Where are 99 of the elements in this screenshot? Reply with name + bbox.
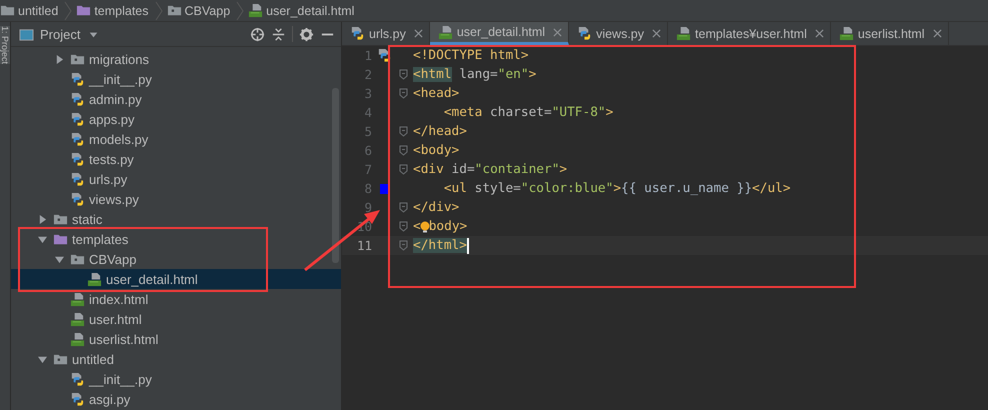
fold-marker-icon[interactable] [398,240,408,251]
chevron-icon [236,0,244,20]
close-icon[interactable] [814,29,824,38]
tree-item[interactable]: asgi.py [11,389,341,409]
tool-window-label[interactable]: 1: Project [0,26,10,64]
line-number: 6 [363,143,372,158]
code-line: <html lang="en"> [413,67,536,82]
html-file-icon [676,26,692,41]
scrollbar[interactable] [332,88,339,263]
code-line: <!DOCTYPE html> [413,48,529,63]
line-number: 2 [363,67,372,82]
code-line: <meta charset="UTF-8"> [442,105,614,120]
python-file-icon [350,26,365,41]
python-file-icon [70,392,85,406]
code-line: <head> [413,86,460,101]
code-line: < body> [413,219,468,234]
tree-item[interactable]: models.py [11,129,341,149]
close-icon[interactable] [652,29,662,38]
tree-item[interactable]: user_detail.html [11,269,341,289]
fold-marker-icon[interactable] [398,221,408,232]
html-file-icon [838,26,854,41]
collapsed-arrow-icon[interactable] [38,214,46,224]
panel-title[interactable]: Project [40,26,80,42]
tree-item[interactable]: urls.py [11,169,341,189]
expanded-arrow-icon[interactable] [38,354,46,364]
settings-icon[interactable] [299,26,314,42]
python-file-icon [577,26,592,41]
code-line: </div> [413,200,460,215]
line-number: 8 [363,181,372,196]
python-file-icon [70,172,85,186]
line-number: 9 [363,200,372,215]
tree-item[interactable]: user.html [11,309,341,329]
fold-marker-icon[interactable] [398,164,408,175]
package-folder-icon [166,3,182,18]
close-icon[interactable] [414,29,423,38]
tree-item[interactable]: untitled [11,349,341,369]
tree-item[interactable]: admin.py [11,89,341,109]
python-file-icon [70,192,85,206]
collapsed-arrow-icon[interactable] [54,54,64,64]
python-file-icon [70,112,85,126]
tree-item[interactable]: views.py [11,189,341,209]
code-line: </head> [413,124,467,139]
python-file-icon [70,92,85,106]
fold-marker-icon[interactable] [398,69,408,80]
tree-item[interactable]: CBVapp [11,249,341,269]
python-file-icon [70,372,85,386]
fold-marker-icon[interactable] [398,88,408,99]
breadcrumb-item[interactable]: user_detail.html [248,3,358,18]
editor-tab[interactable]: user_detail.html [430,22,570,45]
lightbulb-icon[interactable] [418,220,431,232]
folder-icon [76,3,92,18]
html-file-icon [70,292,85,306]
chevron-icon [154,0,163,20]
line-number: 5 [363,124,372,139]
locate-icon[interactable] [250,26,265,42]
html-file-icon [70,332,85,346]
html-file-icon [248,3,264,18]
tree-item[interactable]: apps.py [11,109,341,129]
html-file-icon [70,312,85,326]
folder-icon [0,3,15,18]
text-caret [466,238,469,254]
window-icon [19,26,34,42]
tree-item[interactable]: tests.py [11,149,341,169]
fold-marker-icon[interactable] [398,145,408,156]
editor-tab[interactable]: userlist.html [830,22,949,45]
python-file-icon [70,72,85,86]
code-line: <body> [413,143,460,158]
python-file-icon [70,152,85,166]
html-file-icon [87,272,102,286]
tree-item[interactable]: userlist.html [11,329,341,349]
expanded-arrow-icon[interactable] [38,234,46,244]
close-icon[interactable] [553,28,562,36]
expanded-arrow-icon[interactable] [54,254,64,264]
tree-item[interactable]: __init__.py [11,69,341,89]
code-line: <ul style="color:blue">{{ user.u_name }}</ul> [442,181,791,196]
line-number: 11 [356,238,372,253]
editor-tab[interactable]: templates¥user.html [668,22,831,45]
html-file-icon [438,24,453,40]
breadcrumb-item[interactable]: templates [76,3,153,18]
line-number: 4 [363,105,372,120]
tree-item[interactable]: templates [11,229,341,249]
line-number: 1 [363,48,372,63]
line-number: 7 [363,162,372,177]
chevron-icon [64,0,72,20]
breadcrumb-item[interactable]: untitled [0,3,62,18]
tree-item[interactable]: __init__.py [11,369,341,389]
collapse-all-icon[interactable] [271,26,286,42]
python-file-icon [70,132,85,146]
fold-marker-icon[interactable] [398,202,408,213]
code-line: <div id="container"> [413,162,568,177]
tree-item[interactable]: migrations [11,49,341,69]
close-icon[interactable] [932,29,942,38]
fold-marker-icon[interactable] [398,126,408,137]
breadcrumb-item[interactable]: CBVapp [166,3,234,18]
tree-item[interactable]: index.html [11,289,341,309]
editor-tab[interactable]: views.py [569,22,668,45]
tree-item[interactable]: static [11,209,341,229]
line-number: 3 [363,86,372,101]
editor-tab[interactable]: urls.py [342,22,430,45]
